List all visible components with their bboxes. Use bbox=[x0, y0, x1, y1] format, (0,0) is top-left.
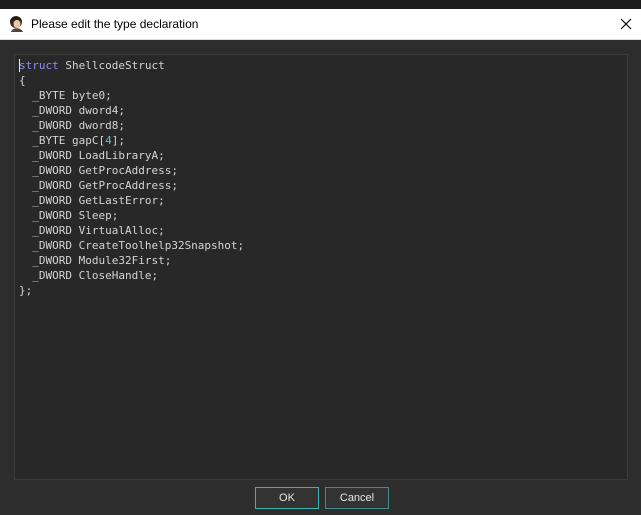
close-button[interactable] bbox=[611, 9, 641, 39]
close-icon bbox=[620, 18, 632, 30]
code-line: _DWORD GetProcAddress; bbox=[19, 164, 178, 177]
code-line: _DWORD GetProcAddress; bbox=[19, 179, 178, 192]
code-text: _BYTE gapC[ bbox=[19, 134, 106, 147]
keyword-struct: struct bbox=[19, 59, 59, 72]
code-text: ]; bbox=[111, 134, 125, 147]
code-line: _DWORD dword4; bbox=[19, 104, 125, 117]
array-size-number: 4 bbox=[105, 134, 112, 147]
code-line: _DWORD Module32First; bbox=[19, 254, 172, 267]
code-line: _DWORD CloseHandle; bbox=[19, 269, 159, 282]
top-strip bbox=[0, 0, 641, 9]
dialog-title: Please edit the type declaration bbox=[31, 17, 199, 31]
code-line: _DWORD VirtualAlloc; bbox=[19, 224, 165, 237]
title-bar: Please edit the type declaration bbox=[0, 9, 641, 40]
code-line: _DWORD Sleep; bbox=[19, 209, 119, 222]
type-declaration-editor[interactable]: struct ShellcodeStruct { _BYTE byte0; _D… bbox=[14, 54, 628, 480]
code-lines: struct ShellcodeStruct { _BYTE byte0; _D… bbox=[19, 58, 244, 298]
cancel-button[interactable]: Cancel bbox=[325, 487, 389, 509]
code-line: _BYTE gapC[4]; bbox=[19, 133, 244, 148]
code-line: _DWORD LoadLibraryA; bbox=[19, 149, 165, 162]
code-line: struct ShellcodeStruct bbox=[19, 58, 244, 73]
ida-avatar-icon bbox=[8, 15, 26, 33]
dialog-body: struct ShellcodeStruct { _BYTE byte0; _D… bbox=[0, 40, 641, 515]
code-line: _DWORD GetLastError; bbox=[19, 194, 165, 207]
code-line: { bbox=[19, 74, 26, 87]
code-line: _DWORD CreateToolhelp32Snapshot; bbox=[19, 239, 245, 252]
ok-button[interactable]: OK bbox=[255, 487, 319, 509]
code-line: _DWORD dword8; bbox=[19, 119, 125, 132]
code-line: _BYTE byte0; bbox=[19, 89, 112, 102]
code-line: }; bbox=[19, 284, 33, 297]
struct-name: ShellcodeStruct bbox=[58, 59, 165, 72]
